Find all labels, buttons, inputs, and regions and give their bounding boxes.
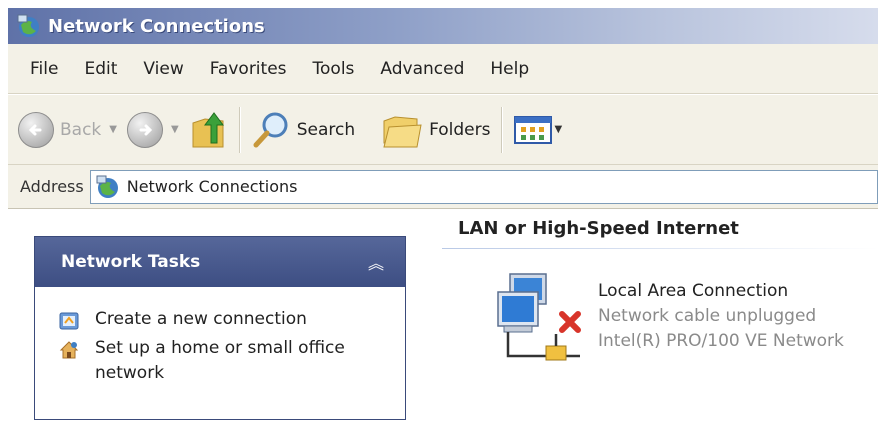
back-button[interactable]: Back (18, 105, 101, 155)
network-tasks-title: Network Tasks (61, 252, 201, 272)
address-value: Network Connections (126, 177, 298, 196)
search-button[interactable]: Search (251, 105, 355, 155)
toolbar-separator (238, 106, 241, 153)
group-header-lan: LAN or High-Speed Internet (458, 218, 739, 239)
network-connections-icon (96, 175, 118, 198)
task-create-connection[interactable]: Create a new connection (59, 307, 405, 332)
network-tasks-header[interactable]: Network Tasks ︽ (35, 237, 405, 287)
menu-help[interactable]: Help (490, 59, 529, 79)
new-connection-icon (59, 312, 79, 330)
back-label: Back (60, 119, 102, 140)
window-left-edge (0, 0, 8, 422)
toolbar-separator (500, 106, 503, 153)
connection-name[interactable]: Local Area Connection (598, 281, 788, 301)
views-button[interactable]: ▼ (513, 105, 573, 155)
up-folder-button[interactable] (189, 105, 229, 155)
group-divider (442, 248, 878, 249)
connection-status: Network cable unplugged (598, 306, 817, 326)
home-network-icon (59, 341, 79, 359)
task-pane: Network Tasks ︽ Create a new connection … (8, 210, 428, 422)
menu-bar: File Edit View Favorites Tools Advanced … (8, 44, 878, 94)
up-folder-icon (192, 111, 224, 147)
forward-arrow-icon (126, 111, 163, 148)
local-area-connection-icon[interactable] (490, 270, 590, 370)
menu-advanced[interactable]: Advanced (380, 59, 464, 79)
menu-tools[interactable]: Tools (313, 59, 355, 79)
search-label: Search (296, 119, 356, 140)
menu-view[interactable]: View (143, 59, 183, 79)
task-setup-home-network[interactable]: Set up a home or small office network (59, 336, 405, 386)
menu-favorites[interactable]: Favorites (210, 59, 287, 79)
back-dropdown-icon[interactable]: ▼ (109, 124, 117, 135)
task-label: Create a new connection (95, 309, 307, 329)
connection-device: Intel(R) PRO/100 VE Network (598, 331, 844, 351)
collapse-chevron-icon[interactable]: ︽ (367, 250, 385, 274)
address-label: Address (20, 177, 84, 196)
folders-icon (383, 115, 422, 147)
menu-file[interactable]: File (30, 59, 58, 79)
address-bar: Address Network Connections (8, 165, 878, 209)
forward-button[interactable] (126, 105, 163, 155)
views-icon (513, 115, 552, 144)
network-connections-icon (17, 14, 39, 37)
back-arrow-icon (18, 111, 54, 148)
folders-label: Folders (429, 119, 491, 140)
network-tasks-panel: Network Tasks ︽ Create a new connection … (34, 236, 406, 420)
toolbar: Back ▼ ▼ Search Folders ▼ (8, 95, 878, 165)
folders-button[interactable]: Folders (381, 105, 491, 155)
title-bar[interactable]: Network Connections (8, 8, 878, 44)
forward-dropdown-icon[interactable]: ▼ (171, 124, 179, 135)
address-field[interactable]: Network Connections (89, 169, 878, 204)
views-dropdown-icon[interactable]: ▼ (555, 124, 563, 135)
task-label: Set up a home or small office network (95, 338, 345, 383)
menu-edit[interactable]: Edit (84, 59, 117, 79)
search-icon (253, 112, 288, 147)
window-title: Network Connections (48, 15, 265, 37)
